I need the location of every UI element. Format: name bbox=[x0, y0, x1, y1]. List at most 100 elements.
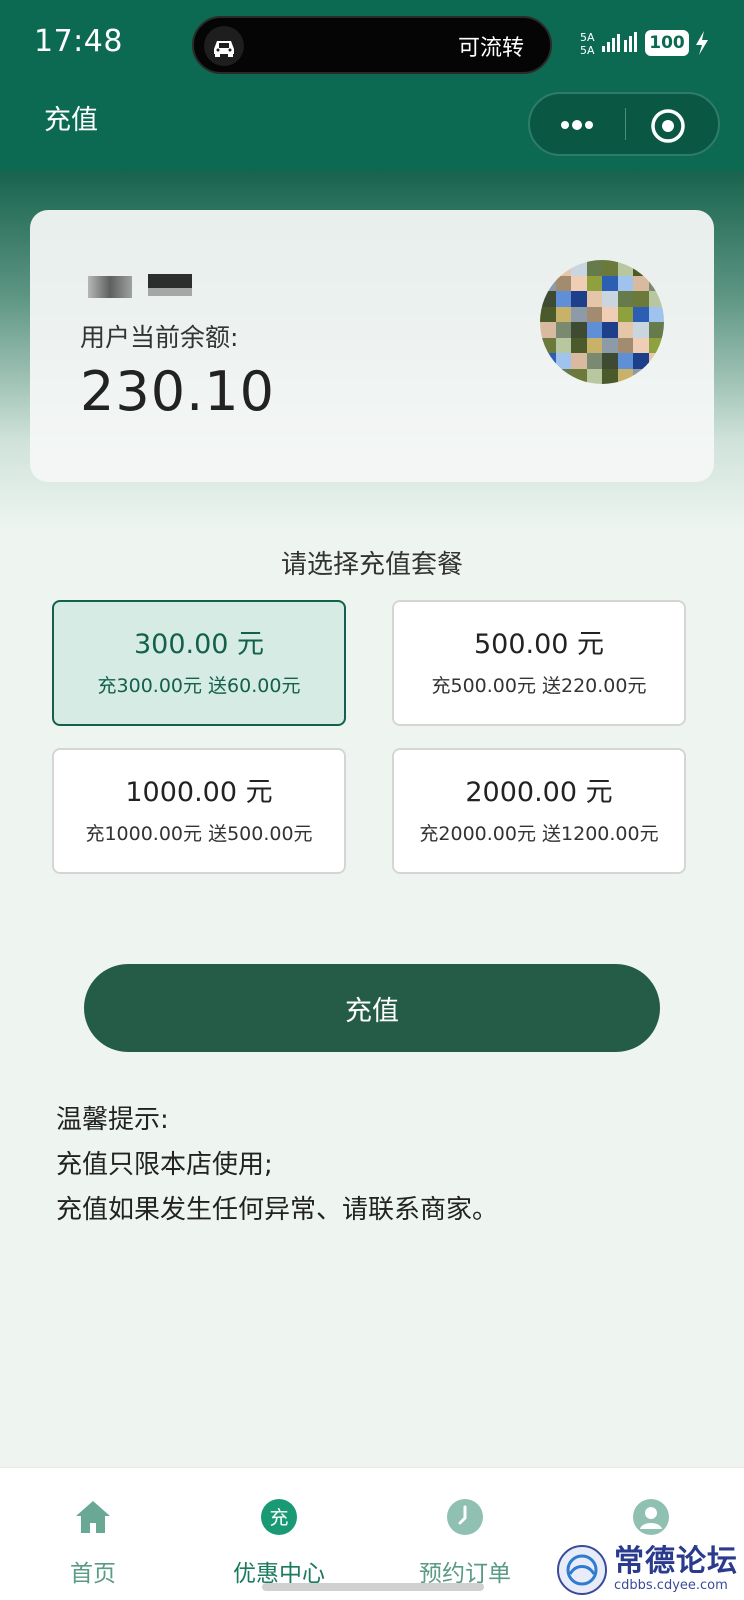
package-option-500[interactable]: 500.00 元 充500.00元 送220.00元 bbox=[392, 600, 686, 726]
avatar-pixel bbox=[540, 306, 556, 322]
avatar-pixel bbox=[648, 353, 664, 369]
balance-label: 用户当前余额: bbox=[80, 323, 239, 352]
avatar-pixel bbox=[617, 368, 633, 384]
avatar-pixel bbox=[586, 275, 602, 291]
avatar-pixel bbox=[617, 275, 633, 291]
avatar-pixel bbox=[648, 260, 664, 276]
avatar-pixel bbox=[540, 368, 556, 384]
avatar-pixel bbox=[586, 322, 602, 338]
avatar-pixel bbox=[555, 353, 571, 369]
avatar-pixel bbox=[602, 353, 618, 369]
avatar-pixel bbox=[586, 337, 602, 353]
avatar-pixel bbox=[555, 260, 571, 276]
avatar-pixel bbox=[571, 353, 587, 369]
package-option-1000[interactable]: 1000.00 元 充1000.00元 送500.00元 bbox=[52, 748, 346, 874]
page-title: 充值 bbox=[44, 105, 98, 136]
package-amount: 300.00 元 bbox=[133, 629, 265, 660]
avatar-pixel bbox=[648, 291, 664, 307]
avatar-pixel bbox=[540, 275, 556, 291]
package-amount: 1000.00 元 bbox=[125, 777, 273, 808]
avatar-pixel bbox=[555, 275, 571, 291]
avatar-pixel bbox=[648, 306, 664, 322]
avatar-pixel bbox=[571, 291, 587, 307]
dynamic-island[interactable]: 可流转 bbox=[192, 16, 552, 74]
avatar-pixel bbox=[648, 275, 664, 291]
avatar-pixel bbox=[633, 306, 649, 322]
avatar-pixel bbox=[586, 291, 602, 307]
avatar-pixel bbox=[602, 291, 618, 307]
avatar-pixel bbox=[648, 368, 664, 384]
avatar-pixel bbox=[540, 291, 556, 307]
avatar-pixel bbox=[648, 322, 664, 338]
tab-promotions[interactable]: 充 优惠中心 bbox=[186, 1468, 372, 1600]
more-icon[interactable] bbox=[550, 112, 605, 138]
avatar-pixel bbox=[633, 260, 649, 276]
package-option-300[interactable]: 300.00 元 充300.00元 送60.00元 bbox=[52, 600, 346, 726]
watermark-title: 常德论坛 bbox=[614, 1544, 738, 1579]
tips-title: 温馨提示: bbox=[56, 1105, 169, 1135]
island-label: 可流转 bbox=[457, 36, 524, 61]
avatar-pixel bbox=[555, 322, 571, 338]
home-indicator[interactable] bbox=[262, 1583, 484, 1591]
avatar-pixel bbox=[555, 337, 571, 353]
avatar-pixel bbox=[540, 337, 556, 353]
avatar-pixel bbox=[602, 306, 618, 322]
avatar-pixel bbox=[617, 322, 633, 338]
capsule-divider bbox=[625, 108, 626, 140]
tips-line: 充值如果发生任何异常、请联系商家。 bbox=[56, 1195, 499, 1225]
package-section-title: 请选择充值套餐 bbox=[280, 550, 463, 580]
tab-label: 首页 bbox=[70, 1561, 116, 1587]
battery-indicator: 100 bbox=[645, 30, 689, 56]
signal-icon: 5A 5A bbox=[580, 30, 638, 57]
avatar-pixel bbox=[555, 291, 571, 307]
balance-card: 用户当前余额: 230.10 bbox=[30, 210, 714, 482]
balance-value: 230.10 bbox=[80, 360, 275, 423]
avatar-pixel bbox=[571, 368, 587, 384]
status-bar: 17:48 可流转 5A 5A 100 bbox=[0, 0, 744, 86]
avatar-pixel bbox=[586, 260, 602, 276]
recharge-button[interactable]: 充值 bbox=[84, 964, 660, 1052]
package-amount: 500.00 元 bbox=[473, 629, 605, 660]
car-icon bbox=[204, 26, 244, 66]
avatar-pixel bbox=[602, 322, 618, 338]
tab-home[interactable]: 首页 bbox=[0, 1468, 186, 1600]
avatar-pixel bbox=[602, 368, 618, 384]
avatar-pixel bbox=[633, 291, 649, 307]
avatar-pixel bbox=[555, 368, 571, 384]
tab-orders[interactable]: 预约订单 bbox=[372, 1468, 558, 1600]
charging-bolt-icon bbox=[694, 30, 710, 56]
avatar-pixel bbox=[602, 260, 618, 276]
clock-icon bbox=[446, 1498, 484, 1536]
avatar-pixel bbox=[633, 275, 649, 291]
avatar-pixel bbox=[586, 368, 602, 384]
status-time: 17:48 bbox=[34, 24, 123, 59]
package-detail: 充300.00元 送60.00元 bbox=[97, 675, 301, 697]
avatar-pixel bbox=[571, 322, 587, 338]
avatar-pixel bbox=[617, 337, 633, 353]
package-amount: 2000.00 元 bbox=[465, 777, 613, 808]
avatar-pixel bbox=[602, 337, 618, 353]
package-detail: 充1000.00元 送500.00元 bbox=[85, 823, 313, 845]
avatar-pixel bbox=[571, 337, 587, 353]
package-option-2000[interactable]: 2000.00 元 充2000.00元 送1200.00元 bbox=[392, 748, 686, 874]
avatar-pixel bbox=[648, 337, 664, 353]
avatar-pixel bbox=[586, 353, 602, 369]
user-icon bbox=[632, 1498, 670, 1536]
user-name-redacted bbox=[80, 274, 192, 300]
avatar-pixel bbox=[571, 260, 587, 276]
avatar-pixel bbox=[617, 291, 633, 307]
tips-block: 温馨提示: 充值只限本店使用; 充值如果发生任何异常、请联系商家。 bbox=[56, 1098, 498, 1233]
svg-text:5A: 5A bbox=[580, 31, 595, 44]
close-target-icon[interactable] bbox=[648, 106, 688, 146]
watermark-logo-icon bbox=[556, 1544, 608, 1596]
package-detail: 充2000.00元 送1200.00元 bbox=[419, 823, 659, 845]
avatar-pixel bbox=[571, 306, 587, 322]
avatar-pixel bbox=[571, 275, 587, 291]
svg-text:5A: 5A bbox=[580, 44, 595, 56]
mini-program-capsule bbox=[528, 92, 720, 156]
avatar-pixel bbox=[633, 368, 649, 384]
avatar-pixel bbox=[633, 337, 649, 353]
package-detail: 充500.00元 送220.00元 bbox=[431, 675, 647, 697]
avatar-pixel bbox=[555, 306, 571, 322]
avatar-pixel bbox=[617, 306, 633, 322]
